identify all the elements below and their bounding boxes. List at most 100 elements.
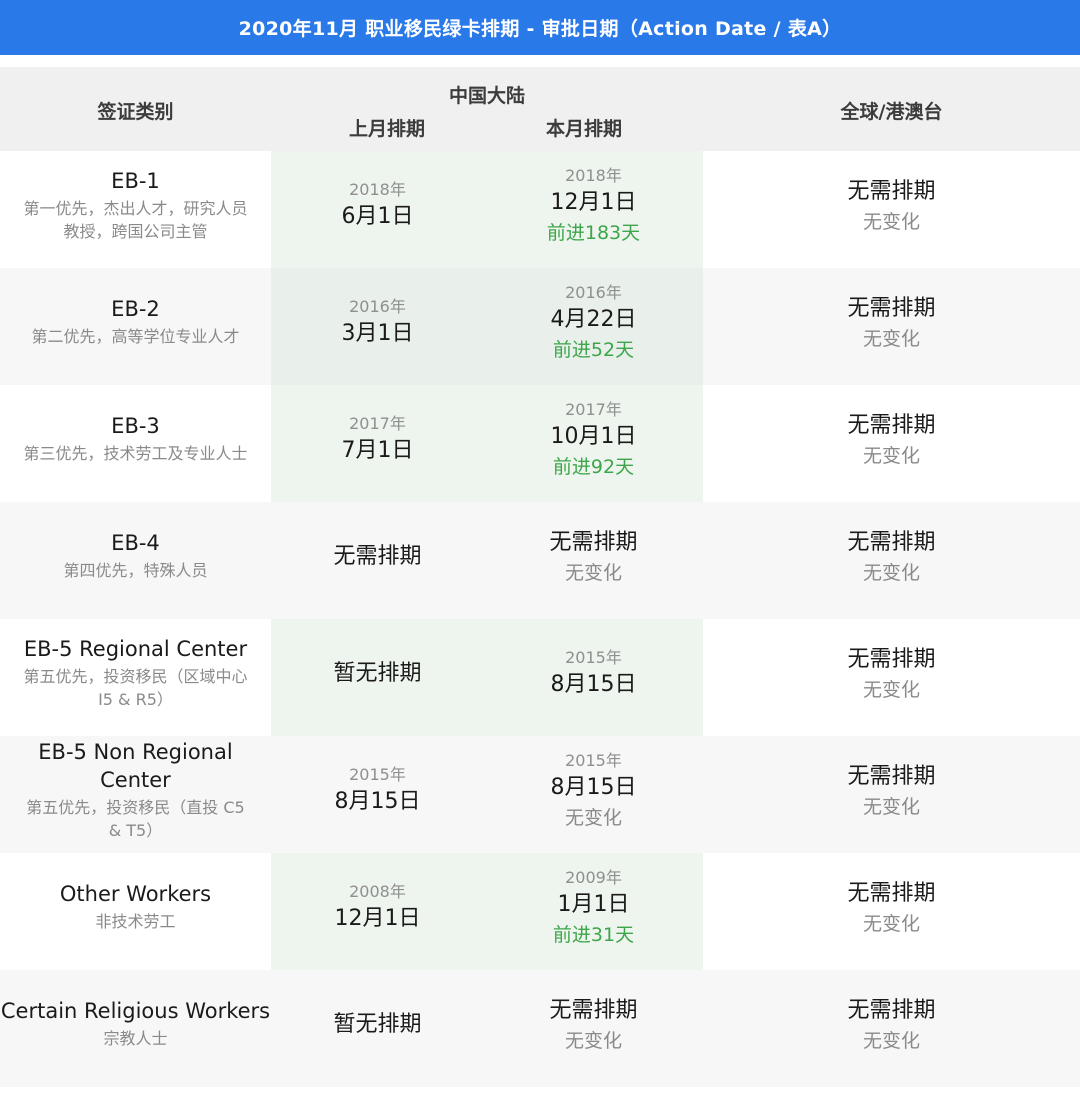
table-row: EB-5 Non Regional Center 第五优先，投资移民（直投 C5 & … [0,736,1080,853]
table-row: Certain Religious Workers 宗教人士 暂无排期 无需排期无变化… [0,970,1080,1087]
table-row: EB-1 第一优先，杰出人才，研究人员 教授，跨国公司主管 2018年 6月1日 2018… [0,151,1080,268]
category-description: 第二优先，高等学位专业人才 [31,327,240,346]
curr-month-cell: 2015年 8月15日无变化 [484,736,703,853]
table-row: Other Workers 非技术劳工 2008年 12月1日 2009年 1月1日前进3… [0,853,1080,970]
curr-month-cell: 无需排期 无变化 [484,970,703,1087]
year-label: 2015年 [565,647,622,667]
category-description: 第五优先，投资移民（直投 C5 [26,797,245,817]
change-label: 无变化 [862,1029,920,1052]
table-row: EB-5 Regional Center 第五优先，投资移民（区域中心 I5 & R… [0,619,1080,736]
table-row: EB-2 第二优先，高等学位专业人才 2016年 3月1日 2016年 4月22日前进52… [0,268,1080,385]
global-cell: 无需排期 无变化 [703,385,1080,502]
category-cell: Certain Religious Workers 宗教人士 [0,970,271,1087]
change-label: 无变化 [564,561,622,584]
header-global: 全球/港澳台 [840,101,943,123]
category-name: Certain Religious Workers [0,999,271,1023]
page-title: 2020年11月 职业移民绿卡排期 - 审批日期（Action Date / 表… [0,0,1080,55]
category-description: 宗教人士 [103,1029,168,1048]
category-cell: EB-3 第三优先，技术劳工及专业人士 [0,385,271,502]
spacer [0,55,1080,67]
category-cell: EB-2 第二优先，高等学位专业人才 [0,268,271,385]
change-label: 前进52天 [552,338,635,361]
category-description: 第一优先，杰出人才，研究人员 [23,198,248,218]
year-label: 2017年 [349,413,406,433]
header-category: 签证类别 [97,101,174,123]
prev-month-cell: 2015年 8月15日 [271,736,484,853]
change-label: 无变化 [564,806,622,829]
year-label: 2018年 [565,165,622,185]
curr-month-cell: 2017年 10月1日前进92天 [484,385,703,502]
date-value: 10月1日 [550,423,637,449]
global-cell: 无需排期 无变化 [703,151,1080,268]
change-label: 前进183天 [546,221,641,244]
category-name: EB-3 [111,414,160,438]
category-name: EB-1 [111,168,160,193]
status-value: 无需排期 [333,543,422,569]
change-label: 无变化 [862,444,920,467]
curr-month-cell: 2009年 1月1日前进31天 [484,853,703,970]
date-value: 12月1日 [334,905,421,931]
status-value: 无需排期 [847,529,936,555]
prev-month-cell: 暂无排期 [271,619,484,736]
change-label: 无变化 [862,327,920,350]
global-cell: 无需排期 无变化 [703,970,1080,1087]
date-value: 8月15日 [334,788,421,814]
category-cell: EB-4 第四优先，特殊人员 [0,502,271,619]
status-value: 无需排期 [847,880,936,906]
change-label: 无变化 [862,561,920,584]
category-cell: Other Workers 非技术劳工 [0,853,271,970]
year-label: 2015年 [565,750,622,770]
change-label: 前进31天 [552,923,635,946]
date-value: 4月22日 [550,306,637,332]
status-value: 暂无排期 [333,1011,422,1037]
change-label: 前进92天 [552,455,635,478]
year-label: 2017年 [565,399,622,419]
category-description: I5 & R5） [98,689,173,709]
prev-month-cell: 2018年 6月1日 [271,151,484,268]
status-value: 无需排期 [847,178,936,204]
change-label: 无变化 [862,678,920,701]
global-cell: 无需排期 无变化 [703,853,1080,970]
category-name: EB-5 Non Regional [38,739,233,764]
year-label: 2016年 [565,282,622,302]
status-value: 无需排期 [847,997,936,1023]
category-description: 教授，跨国公司主管 [63,221,208,241]
year-label: 2015年 [349,764,406,784]
category-cell: EB-5 Regional Center 第五优先，投资移民（区域中心 I5 & R… [0,619,271,736]
date-value: 12月1日 [550,189,637,215]
date-value: 3月1日 [341,320,414,346]
date-value: 8月15日 [550,774,637,800]
category-name: EB-4 [111,531,160,555]
status-value: 无需排期 [847,412,936,438]
header-china: 中国大陆 [448,85,525,107]
year-label: 2008年 [349,881,406,901]
change-label: 无变化 [564,1029,622,1052]
table-row: EB-3 第三优先，技术劳工及专业人士 2017年 7月1日 2017年 10月1日前进9… [0,385,1080,502]
category-description: 非技术劳工 [95,912,176,931]
change-label: 无变化 [862,795,920,818]
header-curr-month: 本月排期 [545,118,622,140]
date-value: 6月1日 [341,203,414,229]
global-cell: 无需排期 无变化 [703,268,1080,385]
status-value: 无需排期 [549,997,638,1023]
category-description: 第四优先，特殊人员 [63,561,208,580]
prev-month-cell: 无需排期 [271,502,484,619]
category-description: 第五优先，投资移民（区域中心 [23,666,248,686]
header-prev-month: 上月排期 [348,118,425,140]
category-cell: EB-5 Non Regional Center 第五优先，投资移民（直投 C5 & … [0,736,271,853]
date-value: 1月1日 [557,891,630,917]
year-label: 2016年 [349,296,406,316]
status-value: 无需排期 [847,646,936,672]
date-value: 8月15日 [550,671,637,697]
curr-month-cell: 无需排期 无变化 [484,502,703,619]
year-label: 2009年 [565,867,622,887]
year-label: 2018年 [349,179,406,199]
prev-month-cell: 2008年 12月1日 [271,853,484,970]
category-name: Center [100,767,171,792]
table-row: EB-4 第四优先，特殊人员 无需排期 无需排期 无变化 无需排期 无变化 [0,502,1080,619]
date-value: 7月1日 [341,437,414,463]
change-label: 无变化 [862,210,920,233]
status-value: 无需排期 [847,763,936,789]
global-cell: 无需排期 无变化 [703,502,1080,619]
prev-month-cell: 暂无排期 [271,970,484,1087]
